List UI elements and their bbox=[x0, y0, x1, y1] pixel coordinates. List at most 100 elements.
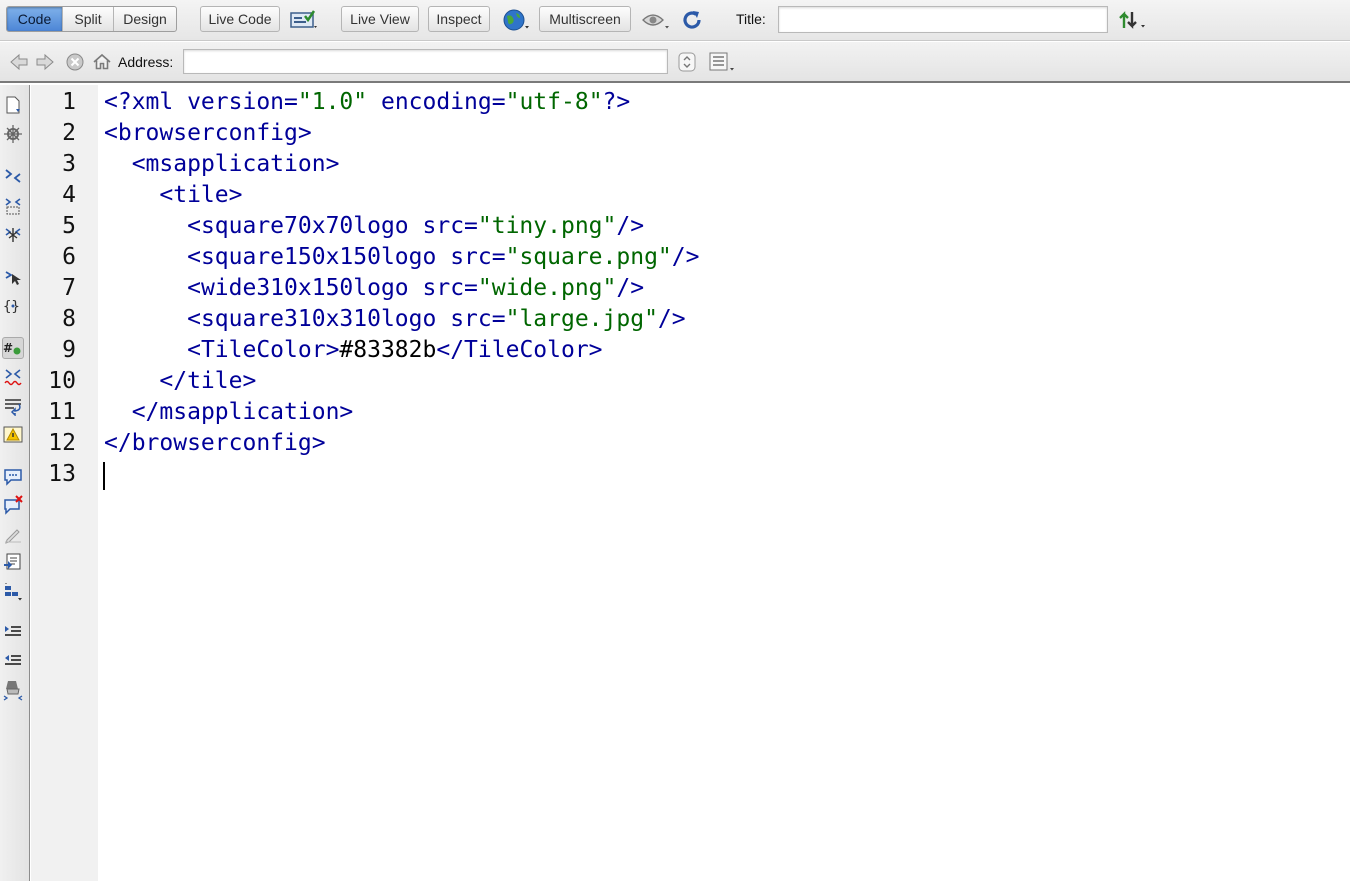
code-editor[interactable]: 1 2 3 4 5 6 7 8 9 10 11 12 13 <?xml version="1.0" en… bbox=[31, 85, 1350, 881]
stepper-icon[interactable] bbox=[676, 51, 698, 73]
line-number-gutter: 1 2 3 4 5 6 7 8 9 10 11 12 13 bbox=[31, 85, 98, 881]
line-number: 13 bbox=[48, 461, 76, 487]
code-line[interactable]: <wide310x150logo src="wide.png"/> bbox=[104, 273, 644, 304]
document-toolbar: Code Split Design Live Code Live View In… bbox=[0, 0, 1350, 41]
markup-tag: encoding= bbox=[367, 89, 506, 115]
home-icon[interactable] bbox=[91, 51, 113, 73]
collapse-full-tag-icon[interactable] bbox=[2, 165, 24, 187]
line-number: 1 bbox=[62, 89, 76, 115]
select-parent-tag-icon[interactable] bbox=[2, 266, 24, 288]
markup-tag: ?> bbox=[602, 89, 631, 115]
markup-tag: <wide310x150logo src= bbox=[187, 275, 478, 301]
options-list-icon[interactable] bbox=[706, 50, 738, 74]
svg-text:{}: {} bbox=[3, 299, 20, 315]
browser-navigation-bar: Address: bbox=[0, 42, 1350, 83]
code-line[interactable]: <square310x310logo src="large.jpg"/> bbox=[104, 304, 686, 335]
svg-text:#: # bbox=[3, 341, 13, 355]
code-line[interactable]: </browserconfig> bbox=[104, 428, 326, 459]
syntax-error-alerts-icon[interactable] bbox=[2, 424, 24, 446]
open-documents-icon[interactable] bbox=[2, 94, 24, 116]
markup-tag: </browserconfig> bbox=[104, 430, 326, 456]
refresh-icon[interactable] bbox=[679, 7, 705, 33]
remove-comment-icon[interactable] bbox=[2, 494, 24, 516]
address-input[interactable] bbox=[183, 49, 668, 74]
line-numbers-icon[interactable]: # bbox=[2, 337, 24, 359]
markup-tag: <square310x310logo src= bbox=[187, 306, 506, 332]
indent-code-icon[interactable] bbox=[2, 621, 24, 643]
address-label: Address: bbox=[118, 54, 174, 70]
move-css-icon[interactable] bbox=[2, 581, 24, 603]
markup-tag: <square70x70logo src= bbox=[187, 213, 478, 239]
markup-tag: </msapplication> bbox=[131, 399, 354, 425]
back-arrow-icon[interactable] bbox=[8, 51, 30, 73]
code-line[interactable]: </msapplication> bbox=[104, 397, 354, 428]
view-mode-switcher: Code Split Design bbox=[6, 6, 177, 32]
apply-comment-icon[interactable] bbox=[2, 466, 24, 488]
globe-preview-icon[interactable] bbox=[500, 7, 534, 33]
inspect-button[interactable]: Inspect bbox=[428, 6, 490, 32]
collapse-selection-icon[interactable] bbox=[2, 195, 24, 217]
line-number: 8 bbox=[62, 306, 76, 332]
attribute-value: "tiny.png" bbox=[477, 213, 617, 239]
code-line[interactable]: <TileColor>#83382b</TileColor> bbox=[104, 335, 603, 366]
code-line[interactable]: <?xml version="1.0" encoding="utf-8"?> bbox=[104, 87, 630, 118]
stop-icon[interactable] bbox=[64, 51, 86, 73]
live-code-button[interactable]: Live Code bbox=[200, 6, 280, 32]
line-number: 3 bbox=[62, 151, 76, 177]
code-line[interactable]: </tile> bbox=[104, 366, 256, 397]
live-view-button[interactable]: Live View bbox=[341, 6, 419, 32]
line-number: 11 bbox=[48, 399, 76, 425]
markup-tag: <browserconfig> bbox=[104, 120, 312, 146]
markup-tag: /> bbox=[671, 244, 700, 270]
attribute-value: "large.jpg" bbox=[505, 306, 658, 332]
expand-all-icon[interactable] bbox=[2, 223, 24, 245]
coding-toolbar: {} # bbox=[0, 85, 30, 881]
line-number: 12 bbox=[48, 430, 76, 456]
recent-snippets-icon[interactable] bbox=[2, 551, 24, 573]
line-number: 10 bbox=[48, 368, 76, 394]
markup-tag: <msapplication> bbox=[131, 151, 340, 177]
line-number: 9 bbox=[62, 337, 76, 363]
attribute-value: "square.png" bbox=[505, 244, 672, 270]
line-number: 2 bbox=[62, 120, 76, 146]
multiscreen-button[interactable]: Multiscreen bbox=[539, 6, 631, 32]
visual-aids-icon[interactable] bbox=[640, 7, 674, 33]
code-line[interactable]: <tile> bbox=[104, 180, 242, 211]
code-line[interactable]: <browserconfig> bbox=[104, 118, 312, 149]
code-view-button[interactable]: Code bbox=[7, 7, 63, 31]
forward-arrow-icon[interactable] bbox=[34, 51, 56, 73]
show-code-navigator-icon[interactable] bbox=[2, 123, 24, 145]
sort-arrows-icon[interactable] bbox=[1116, 7, 1150, 33]
line-number: 6 bbox=[62, 244, 76, 270]
wrap-tag-icon[interactable] bbox=[2, 523, 24, 545]
split-view-button[interactable]: Split bbox=[63, 7, 114, 31]
line-number: 4 bbox=[62, 182, 76, 208]
markup-tag: <tile> bbox=[159, 182, 243, 208]
design-view-button[interactable]: Design bbox=[114, 7, 176, 31]
markup-tag: /> bbox=[616, 275, 645, 301]
outdent-code-icon[interactable] bbox=[2, 650, 24, 672]
markup-tag: /> bbox=[657, 306, 686, 332]
code-line[interactable]: <square150x150logo src="square.png"/> bbox=[104, 242, 699, 273]
text-content: #83382b bbox=[339, 337, 437, 363]
markup-tag: <TileColor> bbox=[187, 337, 340, 363]
markup-tag: <?xml version= bbox=[104, 89, 298, 115]
highlight-invalid-code-icon[interactable] bbox=[2, 366, 24, 388]
text-cursor bbox=[103, 462, 105, 490]
file-management-icon[interactable] bbox=[288, 7, 322, 33]
balance-braces-icon[interactable]: {} bbox=[2, 295, 24, 317]
attribute-value: "1.0" bbox=[297, 89, 368, 115]
markup-tag: /> bbox=[616, 213, 645, 239]
code-line[interactable]: <msapplication> bbox=[104, 149, 340, 180]
attribute-value: "utf-8" bbox=[505, 89, 603, 115]
code-line[interactable]: <square70x70logo src="tiny.png"/> bbox=[104, 211, 644, 242]
title-input[interactable] bbox=[778, 6, 1108, 33]
word-wrap-icon[interactable] bbox=[2, 395, 24, 417]
format-source-code-icon[interactable] bbox=[2, 679, 24, 701]
markup-tag: </TileColor> bbox=[436, 337, 603, 363]
